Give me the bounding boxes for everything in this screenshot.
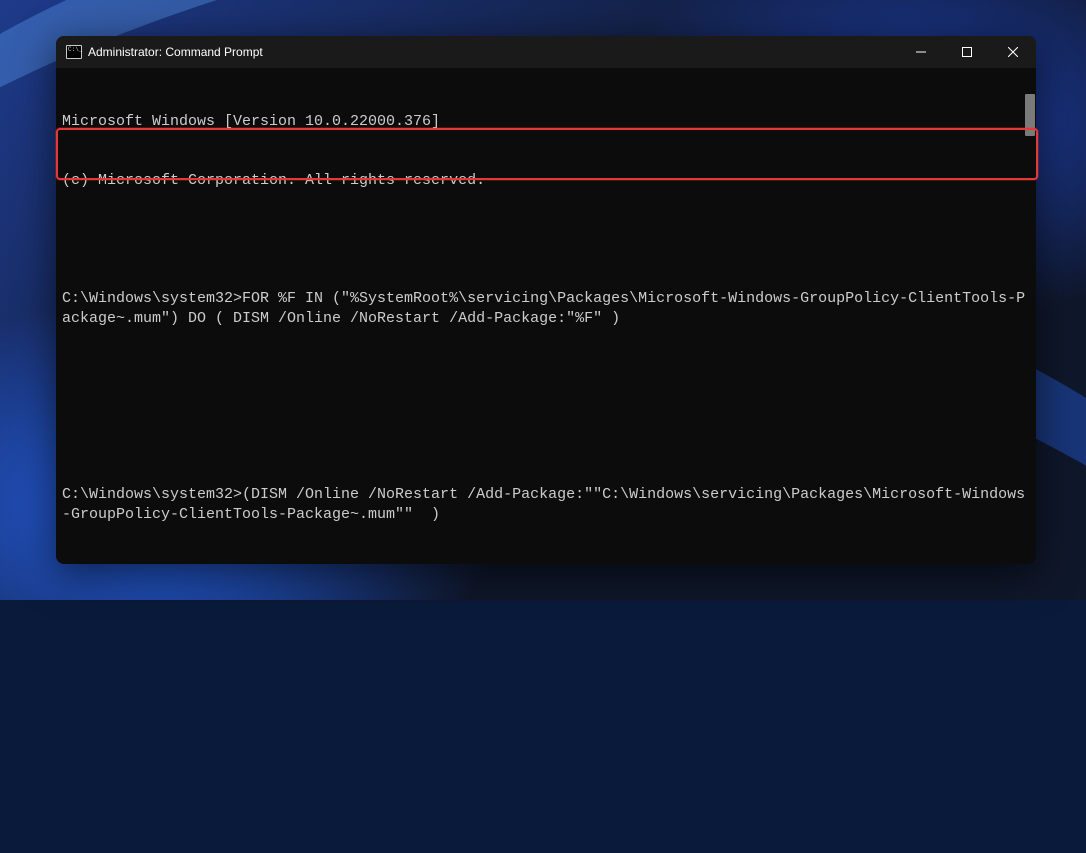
blank-line — [60, 368, 1032, 387]
minimize-button[interactable] — [898, 36, 944, 68]
blank-line — [60, 230, 1032, 249]
scrollbar[interactable] — [1022, 68, 1036, 564]
command-prompt-window: Administrator: Command Prompt Microsoft … — [56, 36, 1036, 564]
command-line: C:\Windows\system32>FOR %F IN ("%SystemR… — [60, 289, 1032, 329]
maximize-button[interactable] — [944, 36, 990, 68]
blank-line — [60, 427, 1032, 446]
output-line: Microsoft Windows [Version 10.0.22000.37… — [60, 112, 1032, 132]
maximize-icon — [962, 47, 972, 57]
close-button[interactable] — [990, 36, 1036, 68]
titlebar[interactable]: Administrator: Command Prompt — [56, 36, 1036, 68]
cmd-icon — [66, 45, 82, 59]
minimize-icon — [916, 47, 926, 57]
window-controls — [898, 36, 1036, 68]
scrollbar-thumb[interactable] — [1025, 94, 1035, 136]
terminal-output[interactable]: Microsoft Windows [Version 10.0.22000.37… — [56, 68, 1036, 564]
output-line: (c) Microsoft Corporation. All rights re… — [60, 171, 1032, 191]
close-icon — [1008, 47, 1018, 57]
command-line: C:\Windows\system32>(DISM /Online /NoRes… — [60, 485, 1032, 525]
window-title: Administrator: Command Prompt — [88, 45, 263, 59]
